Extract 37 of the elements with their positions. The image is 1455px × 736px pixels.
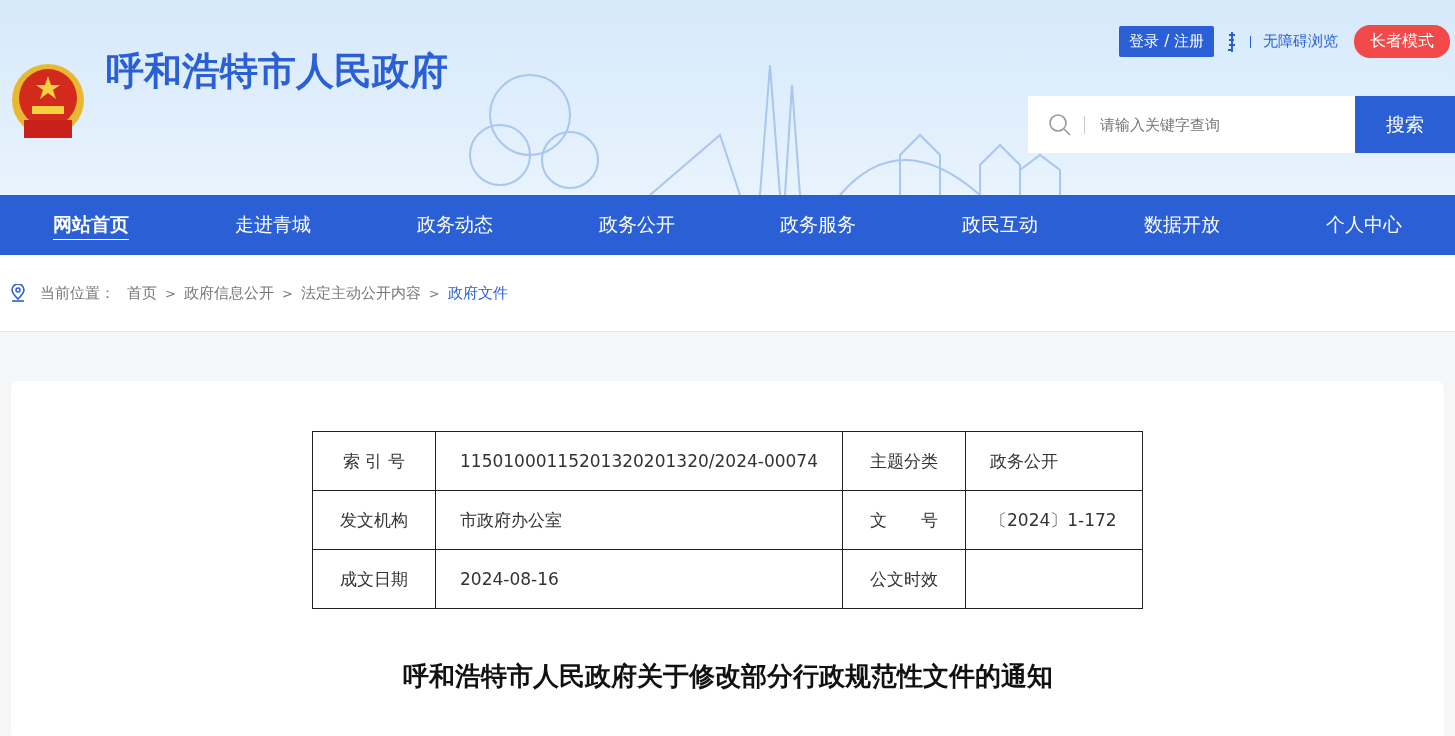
breadcrumb-separator: >: [428, 285, 440, 301]
breadcrumb-link[interactable]: 政府文件: [447, 283, 508, 303]
nav-tab[interactable]: 政务服务: [727, 195, 910, 255]
nav-tab[interactable]: 政务动态: [363, 195, 546, 255]
breadcrumb-link[interactable]: 政府信息公开: [183, 283, 274, 303]
table-cell: 主题分类: [842, 431, 966, 491]
nav-tab[interactable]: 政务公开: [545, 195, 728, 255]
table-cell: 文 号: [842, 490, 966, 550]
table-cell: 成文日期: [312, 549, 436, 609]
search-field[interactable]: 请输入关键字查询: [1028, 96, 1355, 153]
location-pin-icon: [10, 284, 26, 302]
login-register-button[interactable]: 登录 / 注册: [1119, 26, 1214, 57]
table-cell: 11501000115201320201320/2024-00074: [435, 431, 843, 491]
breadcrumb-separator: >: [165, 285, 176, 301]
table-cell: 2024-08-16: [435, 549, 843, 609]
breadcrumb-separator: >: [281, 285, 293, 301]
nav-tab[interactable]: 政民互动: [909, 195, 1092, 255]
table-cell: 公文时效: [842, 549, 966, 609]
nav-tab[interactable]: 走进青城: [181, 195, 364, 255]
elder-mode-button[interactable]: 长者模式: [1354, 25, 1450, 58]
table-cell: 〔2024〕1-172: [965, 490, 1143, 550]
breadcrumb-link[interactable]: 首页: [127, 283, 157, 303]
mongolian-language-icon[interactable]: [1226, 30, 1238, 53]
site-title: 呼和浩特市人民政府: [106, 48, 448, 95]
breadcrumb-link[interactable]: 法定主动公开内容: [300, 283, 421, 303]
table-cell: 政务公开: [965, 431, 1143, 491]
search-icon: [1048, 113, 1072, 137]
breadcrumb-label: 当前位置：: [40, 283, 115, 303]
nav-tab[interactable]: 数据开放: [1091, 195, 1274, 255]
table-cell: 发文机构: [312, 490, 436, 550]
nav-tab[interactable]: 个人中心: [1273, 195, 1455, 255]
document-title: 呼和浩特市人民政府关于修改部分行政规范性文件的通知: [401, 660, 1054, 693]
accessibility-link[interactable]: 无障碍浏览: [1263, 32, 1338, 51]
table-cell: 市政府办公室: [435, 490, 843, 550]
table-cell: 索 引 号: [312, 431, 436, 491]
search-button[interactable]: 搜索: [1355, 96, 1455, 153]
nav-tab[interactable]: 网站首页: [0, 195, 182, 255]
